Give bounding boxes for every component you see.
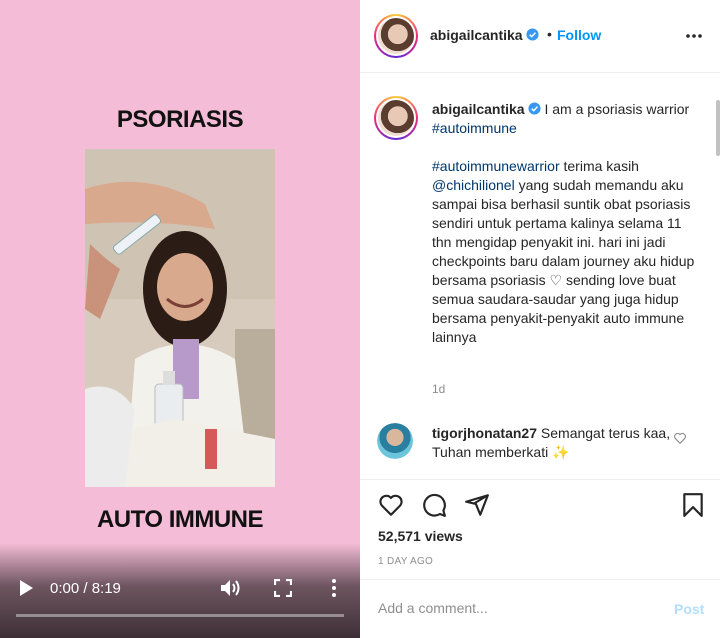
post-header: abigailcantika • Follow [360, 0, 720, 73]
caption-age[interactable]: 1d [432, 382, 445, 396]
caption-line1: I am a psoriasis warrior [544, 101, 690, 117]
fullscreen-button[interactable] [273, 578, 293, 598]
add-comment-bar: Post [360, 579, 720, 638]
author-username[interactable]: abigailcantika [430, 27, 523, 43]
comment-icon [423, 493, 446, 517]
caption-text: abigailcantika I am a psoriasis warrior … [432, 100, 696, 366]
hashtag-autoimmune[interactable]: #autoimmune [432, 120, 517, 136]
video-title-top: PSORIASIS [116, 106, 244, 133]
video-frame-photo [85, 149, 275, 487]
video-title-bottom: AUTO IMMUNE [96, 506, 264, 533]
fullscreen-icon [273, 578, 293, 598]
verified-badge-icon [528, 102, 541, 115]
heart-icon [379, 494, 403, 516]
save-button[interactable] [680, 492, 706, 518]
play-button[interactable] [18, 579, 34, 597]
scrollbar-thumb[interactable] [716, 100, 720, 156]
comment-text: tigorjhonatan27 Semangat terus kaa, Tuha… [432, 424, 672, 462]
author-username-row: abigailcantika [430, 27, 539, 43]
post-actions: 52,571 views 1 DAY AGO [360, 479, 720, 579]
hashtag-autoimmunewarrior[interactable]: #autoimmunewarrior [432, 158, 560, 174]
caption-avatar[interactable] [374, 96, 418, 140]
video-controls: 0:00 / 8:19 [0, 543, 360, 638]
sparkle-emoji: ✨ [552, 444, 570, 460]
video-progress-bar[interactable] [16, 614, 344, 617]
heart-emoji: ♡ [549, 272, 563, 288]
comments-list[interactable]: abigailcantika I am a psoriasis warrior … [360, 74, 716, 478]
comments-scrollbar[interactable] [716, 74, 720, 478]
post-date[interactable]: 1 DAY AGO [378, 556, 433, 567]
post-panel: abigailcantika • Follow abigailcantika I… [360, 0, 720, 638]
volume-button[interactable] [220, 578, 242, 598]
video-more-button[interactable] [327, 577, 341, 599]
mention-chichilionel[interactable]: @chichilionel [432, 177, 515, 193]
caption-thanks: terima kasih [563, 158, 639, 174]
comment-button[interactable] [421, 492, 447, 518]
verified-badge-icon [526, 28, 539, 41]
comment-like-button[interactable] [673, 431, 687, 445]
commenter-username[interactable]: tigorjhonatan27 [432, 425, 537, 441]
share-button[interactable] [464, 492, 490, 518]
header-separator: • [547, 26, 552, 42]
paper-plane-icon [465, 494, 489, 516]
author-avatar[interactable] [374, 14, 418, 58]
volume-icon [221, 580, 240, 596]
more-vertical-icon [332, 579, 336, 597]
more-horizontal-icon [686, 34, 702, 38]
video-time: 0:00 / 8:19 [50, 580, 121, 597]
bookmark-icon [683, 493, 703, 517]
caption-username[interactable]: abigailcantika [432, 101, 525, 117]
view-count[interactable]: 52,571 views [378, 528, 463, 544]
heart-outline-icon [674, 432, 686, 445]
commenter-avatar[interactable] [377, 423, 413, 459]
post-comment-button[interactable]: Post [674, 601, 704, 617]
like-button[interactable] [378, 492, 404, 518]
post-options-button[interactable] [685, 28, 703, 44]
follow-button[interactable]: Follow [557, 27, 601, 43]
comment-input[interactable] [378, 600, 648, 616]
play-icon [20, 580, 33, 596]
video-player[interactable]: PSORIASIS AUTO IMMUNE 0:00 / 8:19 [0, 0, 360, 638]
